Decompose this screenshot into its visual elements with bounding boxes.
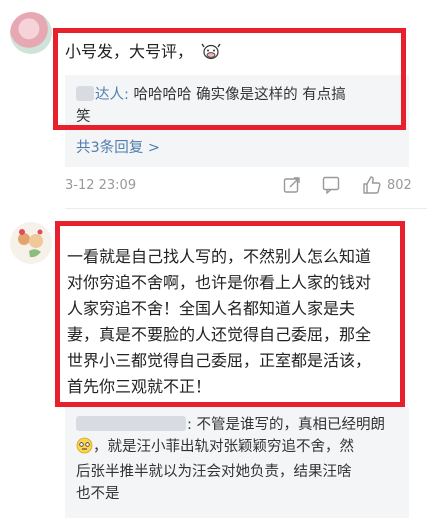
user-avatar[interactable] <box>10 12 52 54</box>
more-replies-link[interactable]: 共3条回复 > <box>76 136 160 157</box>
highlight-frame <box>53 28 406 130</box>
reply-item[interactable]: : 不管是谁写的，真相已经明朗 ，就是汪小菲出轨对张颖颖穷追不舍，然 后张半推半… <box>76 414 406 505</box>
user-avatar[interactable] <box>10 222 52 264</box>
share-icon[interactable] <box>283 176 301 198</box>
sweat-emoji-icon <box>76 437 93 461</box>
divider <box>65 208 427 209</box>
highlight-frame <box>55 221 405 407</box>
avatar-illustration <box>10 222 52 264</box>
like-icon[interactable] <box>362 175 382 199</box>
comment-icon[interactable] <box>322 176 340 198</box>
timestamp: 3-12 23:09 <box>65 178 137 193</box>
like-count: 802 <box>387 178 412 193</box>
blurred-username <box>76 416 186 431</box>
